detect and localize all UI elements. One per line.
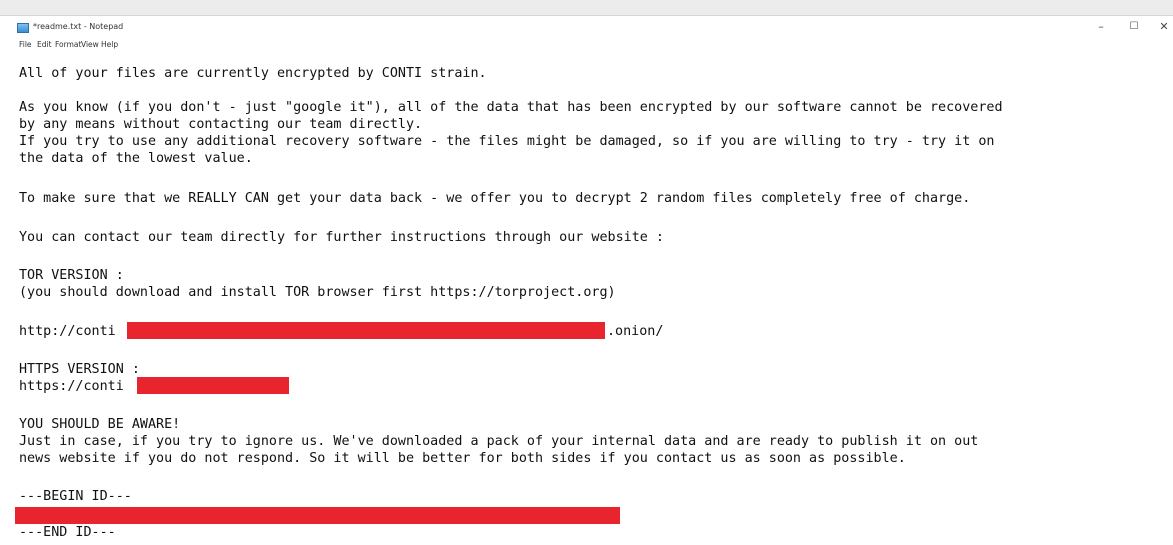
menu-help[interactable]: Help — [101, 40, 118, 49]
minimize-button[interactable]: – — [1089, 20, 1113, 34]
text-line: Just in case, if you try to ignore us. W… — [19, 434, 979, 449]
text-line: by any means without contacting our team… — [19, 117, 423, 132]
text-line: the data of the lowest value. — [19, 151, 253, 166]
text-line: (you should download and install TOR bro… — [19, 285, 616, 300]
text-line: ---BEGIN ID--- — [19, 489, 132, 504]
redaction-bar — [137, 377, 289, 394]
text-line: HTTPS VERSION : — [19, 362, 140, 377]
menu-view[interactable]: View — [81, 40, 99, 49]
text-line: TOR VERSION : — [19, 268, 124, 283]
notepad-window: *readme.txt - Notepad – ☐ ✕ File Edit Fo… — [0, 15, 1173, 545]
maximize-button[interactable]: ☐ — [1122, 20, 1146, 34]
title-bar[interactable]: *readme.txt - Notepad – ☐ ✕ — [0, 16, 1173, 38]
window-title: *readme.txt - Notepad — [33, 22, 124, 31]
menu-file[interactable]: File — [19, 40, 32, 49]
menu-edit[interactable]: Edit — [37, 40, 52, 49]
redaction-bar — [15, 507, 620, 524]
text-line: You can contact our team directly for fu… — [19, 230, 664, 245]
text-line: All of your files are currently encrypte… — [19, 66, 487, 81]
text-line: As you know (if you don't - just "google… — [19, 100, 1003, 115]
https-url-prefix: https://conti — [19, 379, 124, 394]
text-line: To make sure that we REALLY CAN get your… — [19, 191, 971, 206]
text-line: ---END ID--- — [19, 525, 116, 540]
notepad-icon — [17, 23, 29, 33]
redaction-bar — [127, 322, 605, 339]
menu-format[interactable]: Format — [55, 40, 81, 49]
text-editor[interactable]: All of your files are currently encrypte… — [15, 61, 1169, 545]
text-line: YOU SHOULD BE AWARE! — [19, 417, 181, 432]
menu-bar: File Edit Format View Help — [0, 40, 1173, 52]
tor-url-suffix: .onion/ — [607, 324, 664, 339]
close-button[interactable]: ✕ — [1152, 20, 1173, 34]
text-line: news website if you do not respond. So i… — [19, 451, 906, 466]
text-line: If you try to use any additional recover… — [19, 134, 995, 149]
tor-url-prefix: http://conti — [19, 324, 116, 339]
